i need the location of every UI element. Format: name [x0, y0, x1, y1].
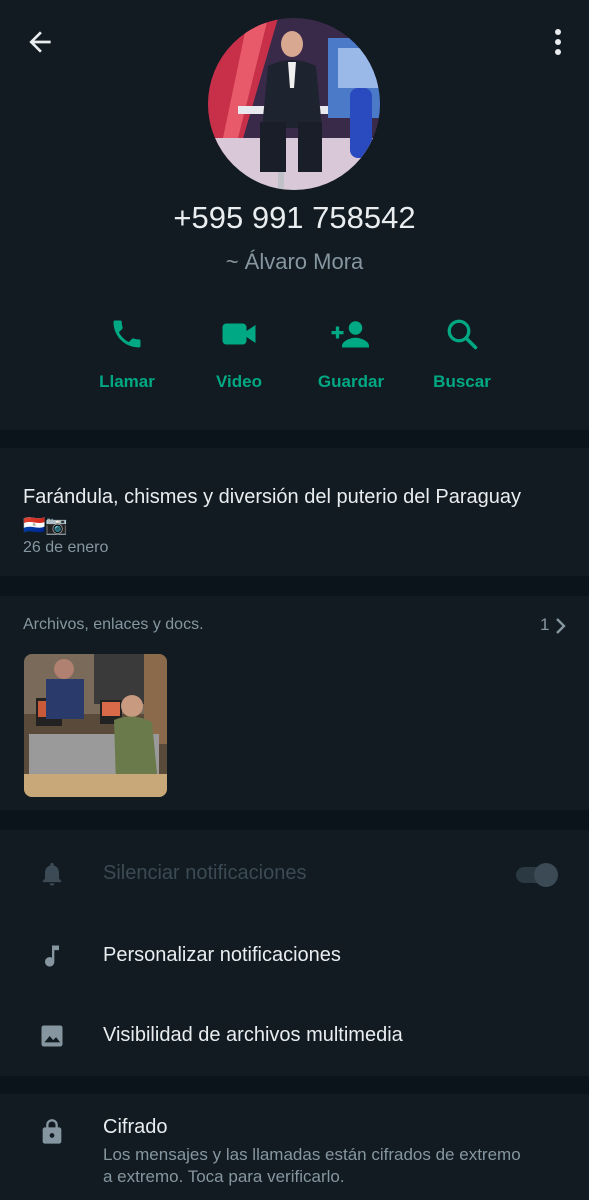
mute-notifications-label: Silenciar notificaciones	[103, 862, 307, 884]
video-button[interactable]: Video	[184, 310, 294, 392]
media-title: Archivos, enlaces y docs.	[23, 616, 204, 633]
contact-pushname: ~ Álvaro Mora	[225, 249, 364, 274]
media-thumbnail[interactable]	[24, 654, 167, 797]
call-button[interactable]: Llamar	[72, 310, 182, 392]
mute-notifications-toggle[interactable]	[516, 862, 562, 888]
encryption-section[interactable]: Cifrado Los mensajes y las llamadas está…	[0, 1094, 589, 1200]
avatar[interactable]	[208, 18, 380, 190]
about-emojis: 🇵🇾📷	[23, 515, 68, 535]
custom-notifications-label: Personalizar notificaciones	[103, 944, 341, 966]
search-icon	[407, 310, 517, 358]
media-visibility-label: Visibilidad de archivos multimedia	[103, 1024, 403, 1046]
encryption-subtitle: Los mensajes y las llamadas están cifrad…	[103, 1145, 521, 1186]
about-date: 26 de enero	[23, 539, 109, 556]
contact-phone-number: +595 991 758542	[173, 200, 416, 235]
add-contact-icon	[296, 310, 406, 358]
media-visibility-row[interactable]: Visibilidad de archivos multimedia	[0, 994, 589, 1074]
encryption-title: Cifrado	[103, 1116, 168, 1138]
music-note-icon	[38, 942, 66, 970]
mute-notifications-row[interactable]: Silenciar notificaciones	[0, 832, 589, 912]
more-options-icon[interactable]	[548, 26, 568, 58]
image-icon	[38, 1022, 66, 1050]
back-arrow-icon[interactable]	[24, 26, 56, 58]
media-count[interactable]: 1	[540, 615, 549, 635]
video-button-label: Video	[216, 372, 262, 391]
search-button[interactable]: Buscar	[407, 310, 517, 392]
contact-header: +595 991 758542 ~ Álvaro Mora Llamar Vid…	[0, 0, 589, 430]
chevron-right-icon[interactable]	[554, 617, 568, 640]
about-text: Farándula, chismes y diversión del puter…	[23, 483, 573, 539]
search-button-label: Buscar	[433, 372, 491, 391]
phone-icon	[72, 310, 182, 358]
media-section: Archivos, enlaces y docs. 1	[0, 596, 589, 810]
save-contact-button[interactable]: Guardar	[296, 310, 406, 392]
call-button-label: Llamar	[99, 372, 155, 391]
video-camera-icon	[184, 310, 294, 358]
about-section[interactable]: Farándula, chismes y diversión del puter…	[0, 448, 589, 576]
save-contact-button-label: Guardar	[317, 372, 385, 391]
custom-notifications-row[interactable]: Personalizar notificaciones	[0, 914, 589, 994]
settings-section: Silenciar notificaciones Personalizar no…	[0, 830, 589, 1076]
lock-icon	[38, 1118, 66, 1151]
bell-icon	[38, 860, 66, 888]
about-status-text: Farándula, chismes y diversión del puter…	[23, 486, 522, 508]
